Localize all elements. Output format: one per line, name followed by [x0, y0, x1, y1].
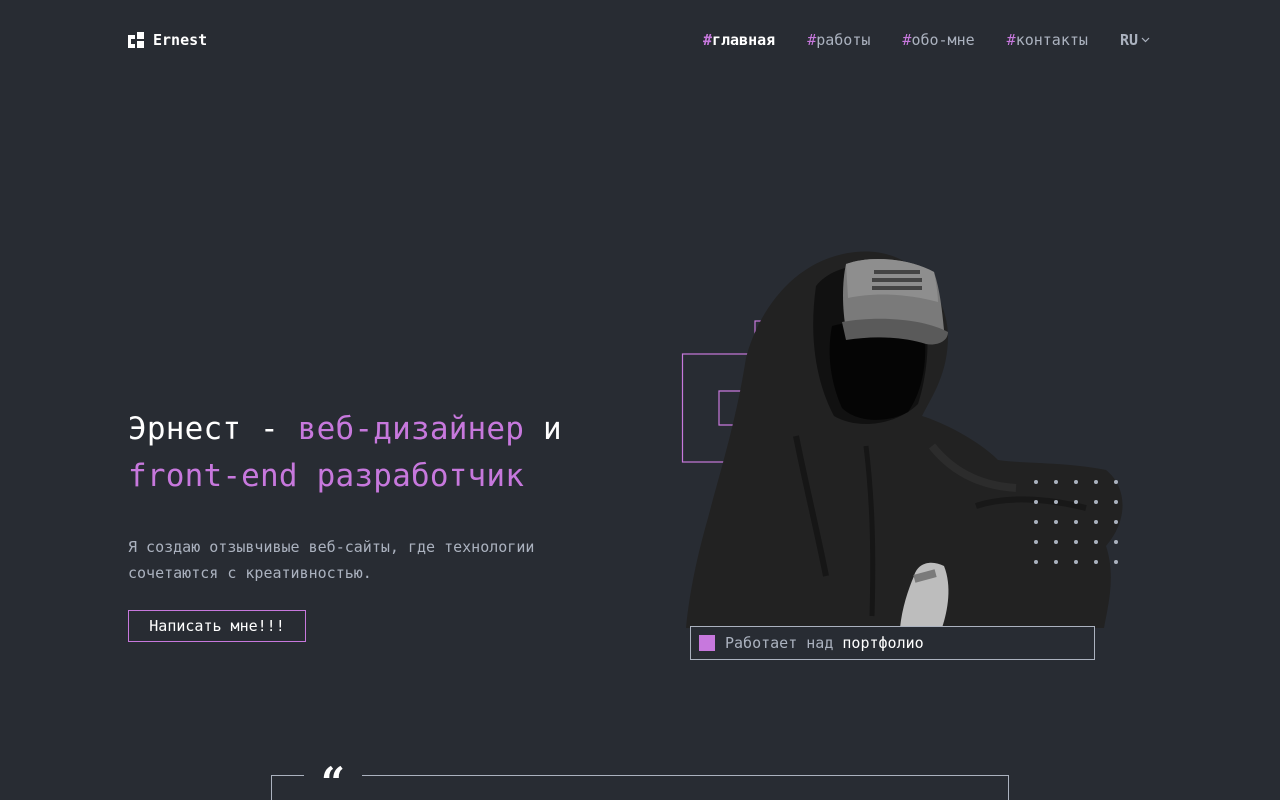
decorative-dots-grid: [1034, 480, 1118, 564]
quote-mark-icon: “: [304, 757, 362, 800]
status-prefix: Работает над: [725, 634, 843, 652]
hero-title: Эрнест - веб-дизайнер и front-end разраб…: [128, 406, 628, 500]
nav-hash: #: [1006, 31, 1016, 49]
logo[interactable]: Ernest: [128, 31, 207, 49]
nav-label: работы: [816, 31, 871, 49]
status-highlight: портфолио: [842, 634, 924, 652]
nav-hash: #: [807, 31, 817, 49]
hero-title-name: Эрнест -: [128, 411, 298, 447]
logo-icon: [128, 32, 144, 48]
logo-name: Ernest: [153, 31, 208, 49]
nav-item-home[interactable]: #главная: [703, 31, 775, 49]
quote-box: [271, 775, 1009, 800]
status-badge: Работает над портфолио: [690, 626, 1095, 660]
hero-title-role2: front-end разработчик: [128, 458, 525, 494]
contact-me-button[interactable]: Написать мне!!!: [128, 610, 306, 642]
nav-hash: #: [702, 31, 712, 49]
chevron-down-icon: [1141, 37, 1150, 43]
main-nav: #главная #работы #обо-мне #контакты RU: [703, 31, 1150, 49]
language-selector[interactable]: RU: [1120, 31, 1150, 49]
header: Ernest #главная #работы #обо-мне #контак…: [128, 28, 1150, 52]
hero-title-role1: веб-дизайнер: [297, 411, 525, 447]
nav-item-about[interactable]: #обо-мне: [902, 31, 974, 49]
status-label: Работает над портфолио: [725, 634, 924, 652]
hero-portrait-image: [686, 251, 1123, 628]
nav-item-contacts[interactable]: #контакты: [1007, 31, 1088, 49]
nav-item-works[interactable]: #работы: [807, 31, 870, 49]
nav-label: обо-мне: [911, 31, 975, 49]
status-square-icon: [699, 635, 715, 651]
nav-label: главная: [711, 31, 776, 49]
nav-label: контакты: [1015, 31, 1088, 49]
language-label: RU: [1119, 31, 1138, 49]
hero-title-and: и: [524, 411, 562, 447]
hero-description: Я создаю отзывчивые веб-сайты, где техно…: [128, 538, 535, 582]
